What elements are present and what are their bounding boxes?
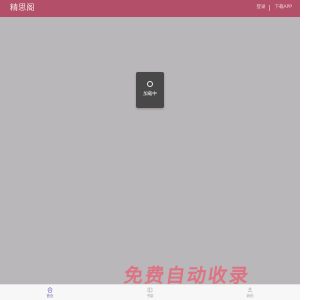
loading-toast: 加载中 — [136, 72, 164, 108]
nav-home[interactable]: 首页 — [0, 285, 100, 300]
download-app-link[interactable]: 下载APP — [274, 2, 292, 14]
loading-text: 加载中 — [143, 92, 157, 97]
bottom-navigation: 首页 书架 我的 — [0, 284, 300, 300]
nav-bookshelf-label: 书架 — [146, 294, 154, 298]
loading-spinner-icon — [147, 81, 153, 87]
header-links: 登录 下载APP — [256, 2, 292, 14]
nav-profile-label: 我的 — [246, 294, 254, 298]
user-icon — [247, 287, 253, 293]
nav-bookshelf[interactable]: 书架 — [100, 285, 200, 300]
bookshelf-icon — [147, 287, 153, 293]
header-divider — [269, 5, 271, 11]
app-screen: 精思阁 登录 下载APP 加载中 免费自动收录 首页 书架 我的 — [0, 0, 300, 300]
nav-home-label: 首页 — [46, 294, 54, 298]
nav-profile[interactable]: 我的 — [200, 285, 300, 300]
login-link[interactable]: 登录 — [256, 2, 265, 14]
top-header: 精思阁 登录 下载APP — [0, 0, 300, 17]
home-icon — [47, 287, 53, 293]
loading-overlay: 加载中 — [0, 17, 300, 284]
site-logo-text[interactable]: 精思阁 — [10, 2, 35, 14]
